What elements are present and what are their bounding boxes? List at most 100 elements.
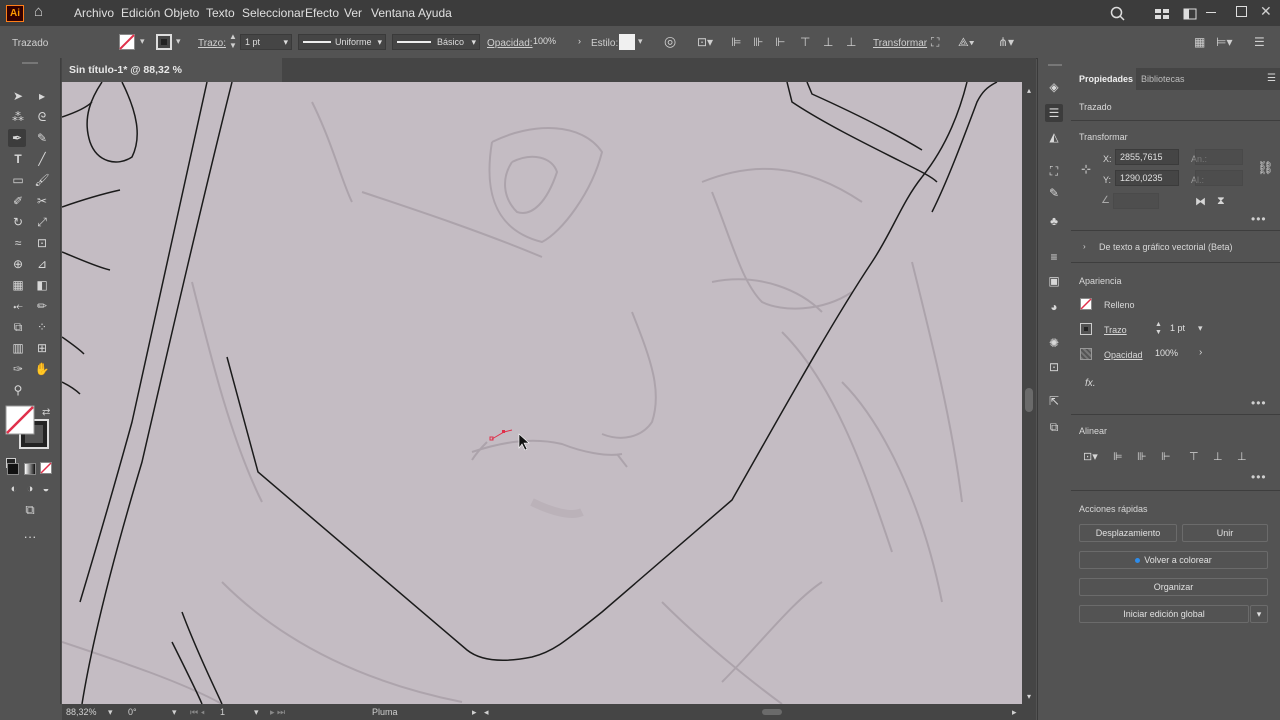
blend-tool-icon[interactable]: ⧉ bbox=[9, 318, 27, 336]
shape-builder-tool-icon[interactable]: ⊕ bbox=[9, 255, 27, 273]
menu-objeto[interactable]: Objeto bbox=[164, 6, 199, 20]
rotation-value[interactable]: 0° bbox=[128, 707, 137, 717]
x-field[interactable]: 2855,7615 bbox=[1115, 149, 1179, 165]
warp-tool-icon[interactable]: ≈ bbox=[9, 234, 27, 252]
stroke-swatch[interactable] bbox=[156, 34, 172, 50]
tab-properties[interactable]: Propiedades bbox=[1071, 68, 1136, 90]
stroke-weight-field[interactable]: 1 pt bbox=[1166, 321, 1210, 337]
align-left-icon[interactable]: ⊫ bbox=[731, 35, 741, 49]
canvas[interactable] bbox=[62, 82, 1022, 704]
gradient-mode-icon[interactable] bbox=[24, 463, 36, 475]
align-vcenter-icon[interactable]: ⊥ bbox=[823, 35, 833, 49]
vertical-scrollbar[interactable]: ▴ ▾ bbox=[1022, 82, 1036, 704]
align-to-selection-icon[interactable]: ⊡▾ bbox=[1083, 450, 1098, 463]
stroke-weight-dropdown[interactable]: 1 pt ▾ bbox=[240, 34, 292, 50]
menu-archivo[interactable]: Archivo bbox=[74, 6, 114, 20]
effects-icon[interactable]: fx. bbox=[1085, 378, 1096, 389]
layers-icon[interactable]: ◈ bbox=[1045, 78, 1063, 96]
minimize-icon[interactable] bbox=[1206, 12, 1216, 13]
artboard-number[interactable]: 1 bbox=[220, 707, 225, 717]
slice-tool-icon[interactable]: ✑ bbox=[9, 360, 27, 378]
close-window-icon[interactable]: ✕ bbox=[1260, 4, 1272, 18]
menu-ventana[interactable]: Ventana bbox=[371, 6, 415, 20]
chevron-down-icon[interactable]: ▾ bbox=[140, 36, 145, 47]
menu-ver[interactable]: Ver bbox=[344, 6, 362, 20]
stepper-icon[interactable]: ▲ ▼ bbox=[1155, 321, 1162, 337]
offset-path-button[interactable]: Desplazamiento bbox=[1079, 524, 1177, 542]
selection-tool-icon[interactable]: ➤ bbox=[9, 87, 27, 105]
y-field[interactable]: 1290,0235 bbox=[1115, 170, 1179, 186]
layout-icon[interactable]: ▦ bbox=[1194, 35, 1205, 49]
chevron-down-icon[interactable]: ▾ bbox=[176, 36, 181, 47]
zoom-value[interactable]: 88,32% bbox=[66, 707, 97, 717]
direct-selection-tool-icon[interactable]: ▸ bbox=[33, 87, 51, 105]
none-mode-icon[interactable] bbox=[40, 462, 52, 474]
home-icon[interactable]: ⌂ bbox=[34, 4, 43, 19]
gradient-panel-icon[interactable]: ▣ bbox=[1045, 272, 1063, 290]
traced-paths[interactable] bbox=[62, 82, 998, 704]
arrange-documents-icon[interactable] bbox=[1154, 8, 1170, 20]
export-icon[interactable]: ⇱ bbox=[1045, 392, 1063, 410]
zoom-tool-icon[interactable]: ⚲ bbox=[9, 381, 27, 399]
status-menu-icon[interactable]: ▸ bbox=[472, 707, 477, 718]
document-tab[interactable]: Sin título-1* @ 88,32 % (RGB/Previsualiz… bbox=[62, 58, 282, 100]
appearance-more-icon[interactable]: ••• bbox=[1251, 396, 1267, 410]
align-bottom-icon[interactable]: ⊥ bbox=[1237, 450, 1247, 463]
free-transform-icon[interactable]: ⊡ bbox=[33, 234, 51, 252]
align-left-icon[interactable]: ⊫ bbox=[1113, 450, 1123, 463]
vectorize-text-link[interactable]: De texto a gráfico vectorial (Beta) bbox=[1099, 242, 1233, 252]
properties-icon[interactable]: ☰ bbox=[1045, 104, 1063, 122]
panel-menu-icon[interactable]: ☰ bbox=[1267, 73, 1276, 84]
hscroll-thumb[interactable] bbox=[762, 709, 782, 715]
toolbar-grip[interactable] bbox=[22, 62, 38, 64]
hscroll-left-icon[interactable]: ◂ bbox=[484, 707, 489, 718]
opacity-field[interactable]: 100% › bbox=[529, 34, 583, 50]
search-icon[interactable] bbox=[1110, 6, 1126, 22]
brushes-icon[interactable]: ✎ bbox=[1045, 184, 1063, 202]
chevron-down-icon[interactable]: ▾ bbox=[172, 707, 177, 718]
graph-tool-icon[interactable]: ▥ bbox=[9, 339, 27, 357]
align-bottom-icon[interactable]: ⊥ bbox=[846, 35, 856, 49]
recolor-icon[interactable]: ◎ bbox=[664, 34, 676, 48]
symbol-sprayer-icon[interactable]: ⁘ bbox=[33, 318, 51, 336]
restore-icon[interactable] bbox=[1236, 6, 1247, 17]
global-edit-options-button[interactable]: ▾ bbox=[1250, 605, 1268, 623]
strip-grip[interactable] bbox=[1048, 64, 1062, 66]
line-tool-icon[interactable]: ╱ bbox=[33, 150, 51, 168]
symbols-icon[interactable]: ♣ bbox=[1045, 212, 1063, 230]
fill-swatch[interactable] bbox=[1080, 298, 1092, 310]
assets-icon[interactable]: ⛶ bbox=[1045, 162, 1063, 180]
draw-inside-icon[interactable]: ◒ bbox=[37, 480, 55, 498]
fill-none-swatch[interactable] bbox=[119, 34, 135, 50]
align-top-icon[interactable]: ⊤ bbox=[1189, 450, 1199, 463]
chevron-down-icon[interactable]: ▾ bbox=[254, 707, 259, 718]
scroll-up-icon[interactable]: ▴ bbox=[1027, 86, 1031, 95]
constrain-proportions-icon[interactable]: ⛓ bbox=[1257, 160, 1274, 176]
opacity-link[interactable]: Opacidad bbox=[1104, 350, 1143, 360]
stroke-label[interactable]: Trazo: bbox=[198, 38, 226, 49]
shaper-tool-icon[interactable]: ✐ bbox=[9, 192, 27, 210]
first-artboard-icon[interactable]: ⏮ ◂ bbox=[190, 707, 205, 718]
profile-dropdown[interactable]: Uniforme ▾ bbox=[298, 34, 386, 50]
artboards-panel-icon[interactable]: ⧉ bbox=[1045, 418, 1063, 436]
align-hcenter-icon[interactable]: ⊪ bbox=[753, 35, 763, 49]
mesh-tool-icon[interactable]: ▦ bbox=[9, 276, 27, 294]
more-tools-icon[interactable]: ··· bbox=[21, 528, 39, 546]
stroke-link[interactable]: Trazo bbox=[1104, 325, 1127, 335]
eyedropper-icon[interactable]: ⤝ bbox=[9, 297, 27, 315]
workspace-icon[interactable] bbox=[1183, 8, 1197, 20]
tab-libraries[interactable]: Bibliotecas ☰ bbox=[1136, 68, 1280, 90]
paintbrush-icon[interactable]: 🖌 bbox=[33, 171, 51, 189]
stroke-panel-icon[interactable]: ≡ bbox=[1045, 248, 1063, 266]
menu-seleccionar[interactable]: Seleccionar bbox=[242, 6, 305, 20]
align-vcenter-icon[interactable]: ⊥ bbox=[1213, 450, 1223, 463]
flip-horizontal-icon[interactable]: ⧓ bbox=[1195, 195, 1206, 208]
opacity-label[interactable]: Opacidad: bbox=[487, 38, 533, 49]
align-to-icon[interactable]: ⊡▾ bbox=[697, 35, 713, 49]
active-pen-path[interactable] bbox=[489, 429, 513, 441]
screen-mode-icon[interactable]: ⧉ bbox=[21, 501, 39, 519]
transform-more-icon[interactable]: ••• bbox=[1251, 212, 1267, 226]
unite-button[interactable]: Unir bbox=[1182, 524, 1268, 542]
artboard-tool-icon[interactable]: ⊞ bbox=[33, 339, 51, 357]
arrange-button[interactable]: Organizar bbox=[1079, 578, 1268, 596]
